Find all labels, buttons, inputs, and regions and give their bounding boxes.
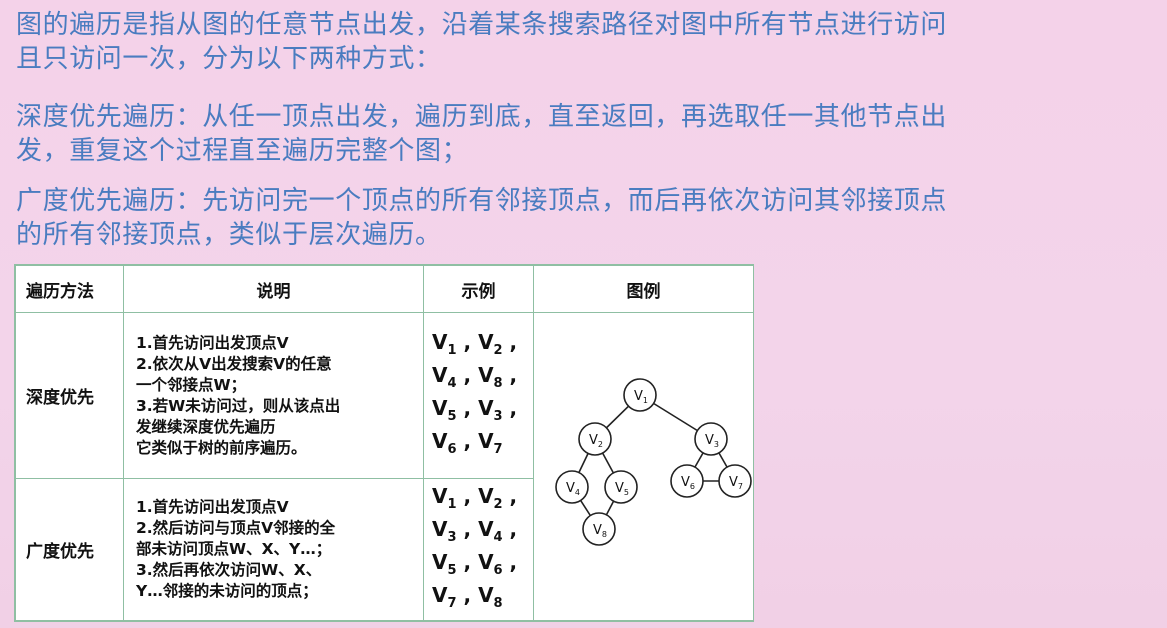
- vertex-letter: V: [432, 516, 448, 541]
- vertex-index: 3: [493, 408, 503, 424]
- vertex-index: 6: [493, 562, 503, 578]
- vertex-letter: V: [478, 516, 494, 541]
- example-bfs: V1 , V2 , V3 , V4 , V5 , V6 , V7 , V8: [423, 478, 534, 621]
- description-bfs: 1.首先访问出发顶点V 2.然后访问与顶点V邻接的全 部未访问顶点W、X、Y…；…: [123, 478, 424, 621]
- graph-node: V7: [717, 463, 752, 498]
- graph-diagram: V1 V2 V3 V4 V5 V6 V7 V8: [554, 377, 752, 546]
- vertex-index: 7: [447, 595, 457, 611]
- method-bfs: 广度优先: [15, 478, 124, 621]
- vertex-letter: V: [478, 483, 494, 508]
- vertex-letter: V: [432, 483, 448, 508]
- dfs-paragraph: 深度优先遍历：从任一顶点出发，遍历到底，直至返回，再选取任一其他节点出 发，重复…: [16, 100, 1156, 168]
- vertex-index: 5: [447, 408, 457, 424]
- traversal-table: 遍历方法 说明 示例 图例 深度优先 1.首先访问出发顶点V 2.依次从V出发搜…: [14, 264, 754, 622]
- figure-cell: V1 V2 V3 V4 V5 V6 V7 V8: [533, 312, 754, 621]
- vertex-letter: V: [432, 549, 448, 574]
- example-line: V1 , V2 ,: [432, 329, 518, 358]
- vertex-letter: V: [478, 582, 494, 607]
- bfs-line-1: 广度优先遍历：先访问完一个顶点的所有邻接顶点，而后再依次访问其邻接顶点: [16, 186, 948, 216]
- graph-node: V2: [577, 421, 612, 456]
- description-line: 部未访问顶点W、X、Y…；: [136, 540, 332, 558]
- vertex-letter: V: [478, 549, 494, 574]
- description-line: 发继续深度优先遍历: [136, 417, 276, 436]
- example-dfs: V1 , V2 , V4 , V8 , V5 , V3 , V6 , V7: [423, 312, 534, 479]
- example-line: V1 , V2 ,: [432, 483, 518, 512]
- graph-node: V6: [669, 463, 704, 498]
- description-dfs: 1.首先访问出发顶点V 2.依次从V出发搜索V的任意 一个邻接点W； 3.若W未…: [123, 312, 424, 479]
- vertex-index: 1: [447, 342, 457, 358]
- vertex-letter: V: [432, 428, 448, 453]
- table-header-row: 遍历方法 说明 示例 图例: [15, 265, 754, 313]
- dfs-line-1: 深度优先遍历：从任一顶点出发，遍历到底，直至返回，再选取任一其他节点出: [16, 102, 948, 132]
- vertex-index: 2: [493, 496, 503, 512]
- vertex-letter: V: [432, 582, 448, 607]
- vertex-letter: V: [432, 395, 448, 420]
- description-line: 一个邻接点W；: [136, 375, 247, 394]
- table-row-dfs: 深度优先 1.首先访问出发顶点V 2.依次从V出发搜索V的任意 一个邻接点W； …: [15, 312, 754, 621]
- header-description: 说明: [123, 265, 424, 313]
- vertex-letter: V: [478, 329, 494, 354]
- example-line: V7 , V8: [432, 582, 503, 611]
- vertex-letter: V: [432, 329, 448, 354]
- vertex-index: 8: [493, 595, 503, 611]
- graph-node: V8: [581, 511, 616, 546]
- graph-node: V4: [554, 469, 589, 504]
- example-line: V5 , V3 ,: [432, 395, 518, 424]
- bfs-paragraph: 广度优先遍历：先访问完一个顶点的所有邻接顶点，而后再依次访问其邻接顶点 的所有邻…: [16, 184, 1156, 252]
- vertex-letter: V: [478, 362, 494, 387]
- description-line: 3.然后再依次访问W、X、: [136, 561, 322, 579]
- description-line: 2.然后访问与顶点V邻接的全: [136, 519, 336, 537]
- vertex-letter: V: [478, 395, 494, 420]
- vertex-index: 7: [493, 441, 503, 457]
- intro-line-1: 图的遍历是指从图的任意节点出发，沿着某条搜索路径对图中所有节点进行访问: [16, 10, 948, 40]
- vertex-index: 1: [447, 496, 457, 512]
- vertex-index: 6: [447, 441, 457, 457]
- example-line: V6 , V7: [432, 428, 503, 457]
- bfs-line-2: 的所有邻接顶点，类似于层次遍历。: [16, 220, 442, 250]
- description-line: 2.依次从V出发搜索V的任意: [136, 354, 332, 373]
- dfs-line-2: 发，重复这个过程直至遍历完整个图；: [16, 136, 469, 166]
- vertex-index: 5: [447, 562, 457, 578]
- description-line: Y…邻接的未访问的顶点；: [136, 582, 318, 600]
- vertex-index: 2: [493, 342, 503, 358]
- vertex-index: 3: [447, 529, 457, 545]
- vertex-letter: V: [432, 362, 448, 387]
- graph-node: V1: [622, 377, 657, 412]
- graph-node: V5: [603, 469, 638, 504]
- description-line: 它类似于树的前序遍历。: [136, 438, 307, 457]
- example-line: V5 , V6 ,: [432, 549, 518, 578]
- intro-paragraph: 图的遍历是指从图的任意节点出发，沿着某条搜索路径对图中所有节点进行访问 且只访问…: [16, 8, 1156, 76]
- method-dfs: 深度优先: [15, 312, 124, 479]
- example-line: V3 , V4 ,: [432, 516, 518, 545]
- header-figure: 图例: [533, 265, 754, 313]
- vertex-index: 4: [447, 375, 457, 391]
- intro-line-2: 且只访问一次，分为以下两种方式：: [16, 44, 442, 74]
- example-line: V4 , V8 ,: [432, 362, 518, 391]
- header-method: 遍历方法: [15, 265, 124, 313]
- header-example: 示例: [423, 265, 534, 313]
- description-line: 3.若W未访问过，则从该点出: [136, 396, 341, 415]
- vertex-letter: V: [478, 428, 494, 453]
- graph-node: V3: [693, 421, 728, 456]
- vertex-index: 8: [493, 375, 503, 391]
- vertex-index: 4: [493, 529, 503, 545]
- description-line: 1.首先访问出发顶点V: [136, 498, 289, 516]
- description-line: 1.首先访问出发顶点V: [136, 333, 289, 352]
